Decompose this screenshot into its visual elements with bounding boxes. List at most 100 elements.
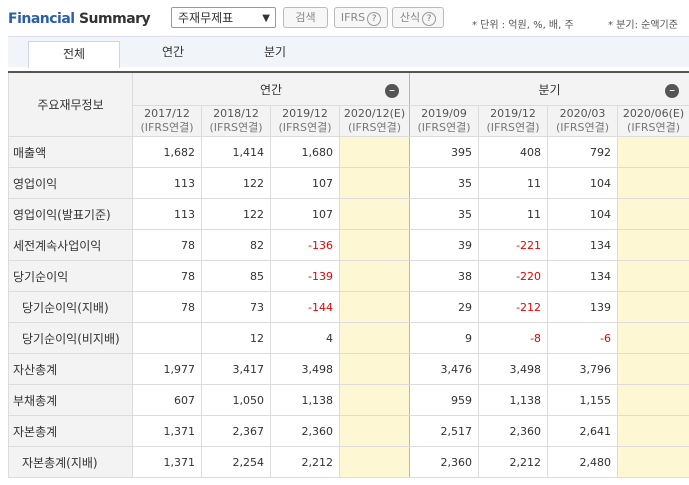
- table-cell: [617, 415, 689, 447]
- table-cell: -221: [478, 229, 549, 261]
- financial-summary-table: 주요재무정보 연간 – 분기 – 2017/12 (IFRS연결) 2018/12(…: [8, 71, 689, 478]
- table-cell: 1,371: [132, 446, 202, 478]
- table-row: 자본총계 1,371 2,367 2,360 2,517 2,360 2,641: [8, 415, 689, 447]
- statement-select[interactable]: 주재무제표 ▼: [171, 7, 276, 28]
- table-cell: 2,360: [270, 415, 340, 447]
- table-cell: [338, 384, 411, 416]
- tab-all[interactable]: 전체: [28, 41, 120, 68]
- table-cell: 11: [478, 167, 549, 199]
- column-header: 2018/12 (IFRS연결): [201, 105, 271, 137]
- table-cell: 2,480: [547, 446, 619, 478]
- table-cell: -220: [478, 260, 549, 292]
- ifrs-help-button[interactable]: IFRS?: [334, 7, 388, 28]
- column-basis: (IFRS연결): [486, 121, 540, 134]
- table-cell: 3,417: [201, 353, 271, 385]
- table-cell: 3,796: [547, 353, 619, 385]
- table-row: 당기순이익(비지배) 12 4 9 -8 -6: [8, 322, 689, 354]
- formula-label: 산식: [399, 11, 421, 24]
- table-cell: [617, 136, 689, 168]
- table-cell: 1,155: [547, 384, 619, 416]
- table-cell: [338, 229, 411, 261]
- table-cell: -139: [270, 260, 340, 292]
- table-cell: 1,371: [132, 415, 202, 447]
- row-header-cell: 주요재무정보: [8, 71, 133, 137]
- table-cell: 2,360: [478, 415, 549, 447]
- table-cell: 78: [132, 260, 202, 292]
- column-basis: (IFRS연결): [556, 121, 610, 134]
- table-cell: -212: [478, 291, 549, 323]
- tab-quarter[interactable]: 분기: [230, 37, 320, 67]
- table-cell: 12: [201, 322, 271, 354]
- table-cell: [338, 260, 411, 292]
- table-cell: -136: [270, 229, 340, 261]
- column-basis: (IFRS연결): [417, 121, 471, 134]
- table-cell: 35: [409, 167, 480, 199]
- row-label: 매출액: [8, 136, 133, 168]
- table-cell: 29: [409, 291, 480, 323]
- table-cell: 85: [201, 260, 271, 292]
- column-period: 2020/03: [559, 107, 606, 120]
- table-cell: -6: [547, 322, 619, 354]
- table-cell: 2,517: [409, 415, 480, 447]
- table-row: 영업이익(발표기준) 113 122 107 35 11 104: [8, 198, 689, 230]
- table-cell: 107: [270, 167, 340, 199]
- page-title: Financial Summary: [8, 11, 151, 27]
- table-cell: 408: [478, 136, 549, 168]
- row-label: 당기순이익(지배): [8, 291, 133, 323]
- column-header: 2019/12 (IFRS연결): [478, 105, 549, 137]
- tab-annual[interactable]: 연간: [128, 37, 218, 67]
- table-row: 세전계속사업이익 78 82 -136 39 -221 134: [8, 229, 689, 261]
- table-cell: [338, 322, 411, 354]
- row-label: 세전계속사업이익: [8, 229, 133, 261]
- period-note: * 분기: 순액기준: [608, 20, 678, 31]
- row-label: 영업이익: [8, 167, 133, 199]
- column-period: 2017/12: [144, 107, 190, 120]
- statement-select-value: 주재무제표: [178, 11, 234, 25]
- table-cell: [617, 353, 689, 385]
- table-cell: [617, 229, 689, 261]
- table-cell: [617, 260, 689, 292]
- search-button[interactable]: 검색: [283, 7, 328, 28]
- table-cell: [617, 446, 689, 478]
- row-label: 영업이익(발표기준): [8, 198, 133, 230]
- collapse-annual-icon[interactable]: –: [385, 84, 400, 98]
- column-header: 2020/06(E) (IFRS연결): [617, 105, 689, 137]
- column-header: 2019/12 (IFRS연결): [270, 105, 340, 137]
- table-cell: 3,498: [478, 353, 549, 385]
- table-cell: 78: [132, 291, 202, 323]
- column-basis: (IFRS연결): [209, 121, 263, 134]
- table-row: 매출액 1,682 1,414 1,680 395 408 792: [8, 136, 689, 168]
- table-cell: 2,212: [478, 446, 549, 478]
- column-basis: (IFRS연결): [278, 121, 332, 134]
- table-cell: 9: [409, 322, 480, 354]
- table-cell: [617, 167, 689, 199]
- column-period: 2019/12: [490, 107, 536, 120]
- table-cell: 3,498: [270, 353, 340, 385]
- table-cell: 113: [132, 198, 202, 230]
- table-cell: 1,138: [478, 384, 549, 416]
- column-header: 2019/09 (IFRS연결): [409, 105, 480, 137]
- table-cell: 1,414: [201, 136, 271, 168]
- quarter-group-header: 분기 –: [409, 71, 689, 106]
- annual-group-label: 연간: [259, 82, 283, 97]
- collapse-quarter-icon[interactable]: –: [665, 84, 680, 98]
- table-row: 자본총계(지배) 1,371 2,254 2,212 2,360 2,212 2,480: [8, 446, 689, 478]
- table-cell: -8: [478, 322, 549, 354]
- search-button-label: 검색: [295, 11, 316, 24]
- table-cell: 792: [547, 136, 619, 168]
- quarter-group-label: 분기: [538, 82, 561, 97]
- table-cell: [338, 136, 411, 168]
- table-cell: 39: [409, 229, 480, 261]
- table-cell: 1,682: [132, 136, 202, 168]
- tab-bar: 전체 연간 분기: [8, 36, 689, 68]
- formula-help-button[interactable]: 산식?: [392, 7, 444, 28]
- table-cell: 107: [270, 198, 340, 230]
- table-cell: [338, 415, 411, 447]
- table-cell: 1,050: [201, 384, 271, 416]
- table-cell: 1,138: [270, 384, 340, 416]
- column-basis: (IFRS연결): [348, 121, 402, 134]
- chevron-down-icon: ▼: [262, 13, 270, 24]
- table-cell: 134: [547, 229, 619, 261]
- help-icon: ?: [422, 12, 437, 26]
- table-cell: [617, 384, 689, 416]
